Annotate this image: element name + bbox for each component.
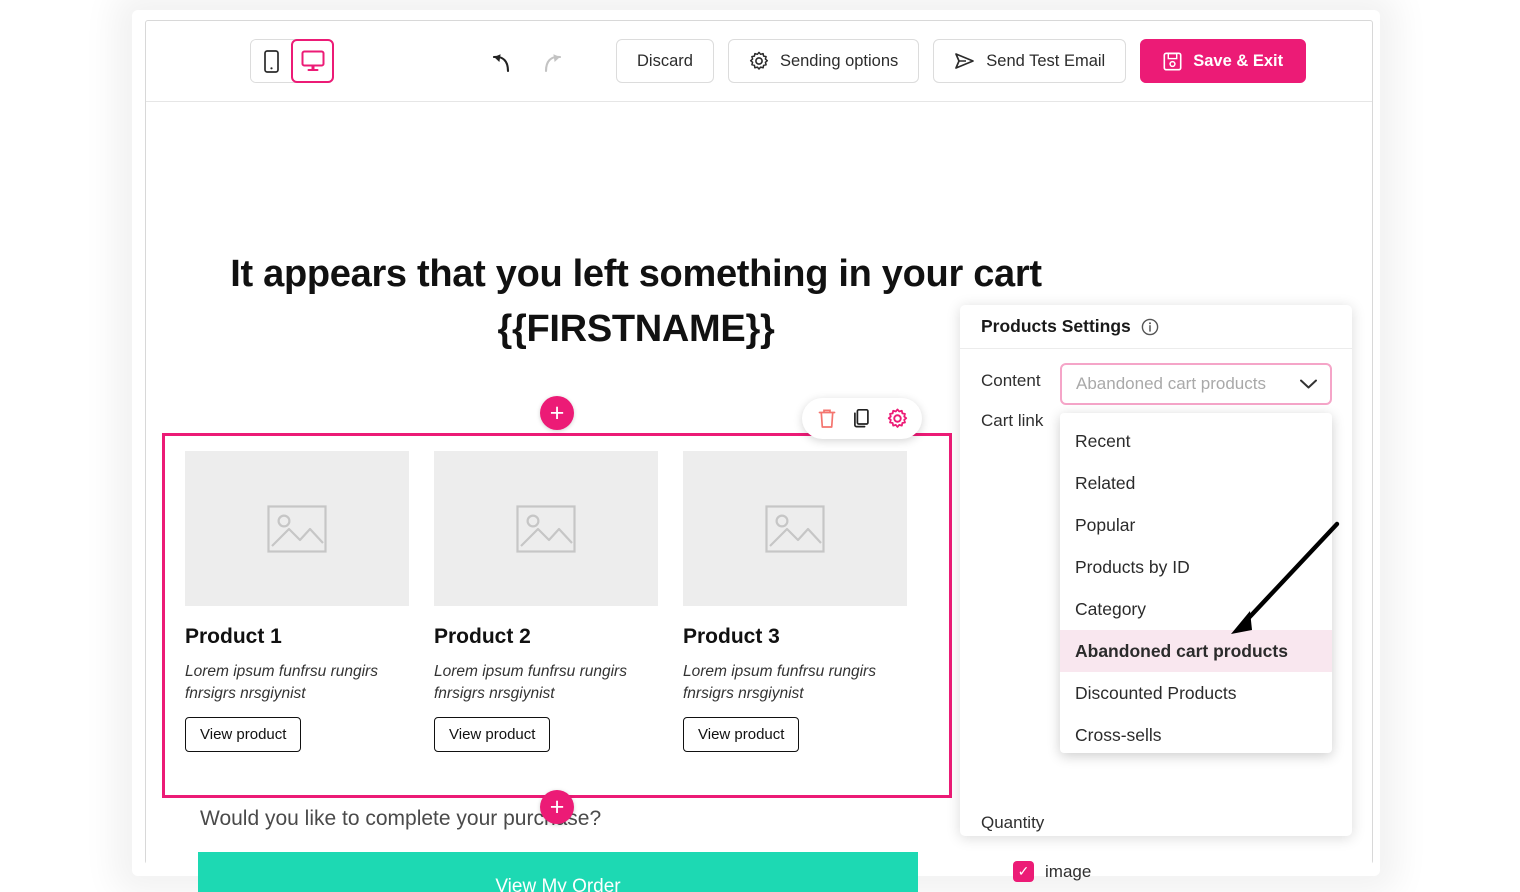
dropdown-option-popular[interactable]: Popular	[1060, 504, 1332, 546]
dropdown-option-recent[interactable]: Recent	[1060, 420, 1332, 462]
floppy-disk-icon	[1163, 51, 1182, 70]
product-name: Product 1	[185, 625, 282, 648]
email-heading: It appears that you left something in yo…	[230, 253, 1042, 351]
product-description: Lorem ipsum funfrsu rungirs fnrsigrs nrs…	[683, 663, 876, 703]
product-image-placeholder	[434, 451, 658, 606]
cart-link-label: Cart link	[981, 411, 1044, 430]
image-checkbox-label: image	[1045, 861, 1092, 881]
undo-icon	[492, 54, 510, 73]
block-settings-button[interactable]	[884, 406, 910, 432]
redo-button[interactable]	[540, 49, 568, 77]
product-name: Product 3	[683, 625, 780, 648]
quantity-row: Quantity	[960, 813, 1084, 833]
content-label: Content	[981, 371, 1041, 390]
view-my-order-button[interactable]: View My Order	[198, 852, 918, 892]
image-placeholder-icon	[267, 504, 327, 553]
device-preview-toggle	[250, 39, 334, 83]
editor-toolbar: Discard Sending options Send Test Email	[146, 21, 1372, 102]
settings-title: Products Settings	[981, 316, 1131, 336]
image-checkbox[interactable]: ✓	[1013, 861, 1034, 882]
send-test-email-label: Send Test Email	[986, 51, 1106, 70]
quantity-label: Quantity	[981, 813, 1045, 832]
chevron-down-icon	[1300, 379, 1317, 389]
send-test-email-button[interactable]: Send Test Email	[933, 39, 1127, 83]
image-checkbox-row[interactable]: ✓ image	[960, 861, 1112, 882]
paper-plane-icon	[955, 53, 975, 69]
toolbar-actions: Discard Sending options Send Test Email	[616, 39, 1307, 83]
content-dropdown-list: Recent Related Popular Products by ID Ca…	[1060, 413, 1332, 753]
copy-icon	[854, 408, 869, 428]
content-select-value: Abandoned cart products	[1076, 374, 1266, 393]
product-description: Lorem ipsum funfrsu rungirs fnrsigrs nrs…	[434, 663, 627, 703]
redo-icon	[544, 54, 562, 73]
mobile-icon	[264, 49, 279, 73]
product-card[interactable]: Product 2 Lorem ipsum funfrsu rungirs fn…	[434, 451, 658, 752]
device-toggle-mobile[interactable]	[251, 40, 292, 82]
save-and-exit-label: Save & Exit	[1193, 51, 1284, 70]
view-product-button[interactable]: View product	[683, 716, 800, 752]
screenshot-root: Discard Sending options Send Test Email	[0, 0, 1520, 892]
undo-button[interactable]	[486, 49, 514, 77]
product-description: Lorem ipsum funfrsu rungirs fnrsigrs nrs…	[185, 663, 378, 703]
product-image-placeholder	[185, 451, 409, 606]
discard-label: Discard	[637, 51, 693, 70]
dropdown-option-category[interactable]: Category	[1060, 588, 1332, 630]
product-name: Product 2	[434, 625, 531, 648]
add-block-button-top[interactable]: +	[540, 396, 574, 430]
add-block-button-bottom[interactable]: +	[540, 790, 574, 824]
view-product-button[interactable]: View product	[434, 716, 551, 752]
dropdown-option-discounted-products[interactable]: Discounted Products	[1060, 672, 1332, 714]
gear-icon	[749, 51, 768, 70]
dropdown-option-products-by-id[interactable]: Products by ID	[1060, 546, 1332, 588]
product-card[interactable]: Product 1 Lorem ipsum funfrsu rungirs fn…	[185, 451, 409, 752]
products-block[interactable]: Product 1 Lorem ipsum funfrsu rungirs fn…	[162, 433, 952, 798]
block-toolbar	[802, 398, 922, 439]
dropdown-option-related[interactable]: Related	[1060, 462, 1332, 504]
view-product-button[interactable]: View product	[185, 716, 302, 752]
trash-icon	[818, 409, 836, 428]
save-and-exit-button[interactable]: Save & Exit	[1140, 39, 1307, 83]
device-toggle-desktop[interactable]	[291, 39, 334, 83]
undo-redo-group	[486, 49, 568, 77]
dropdown-option-abandoned-cart-products[interactable]: Abandoned cart products	[1060, 630, 1332, 672]
products-row: Product 1 Lorem ipsum funfrsu rungirs fn…	[165, 436, 949, 752]
duplicate-block-button[interactable]	[849, 406, 875, 432]
dropdown-option-cross-sells[interactable]: Cross-sells	[1060, 714, 1332, 756]
image-placeholder-icon	[516, 504, 576, 553]
gear-icon	[887, 408, 907, 428]
settings-header: Products Settings	[960, 305, 1352, 349]
desktop-icon	[301, 50, 324, 71]
product-image-placeholder	[683, 451, 907, 606]
content-select[interactable]: Abandoned cart products	[1060, 363, 1332, 405]
sending-options-label: Sending options	[779, 51, 899, 70]
image-placeholder-icon	[765, 504, 825, 553]
sending-options-button[interactable]: Sending options	[727, 39, 920, 83]
info-icon[interactable]	[1141, 318, 1159, 336]
discard-button[interactable]: Discard	[616, 39, 714, 83]
delete-block-button[interactable]	[814, 406, 840, 432]
product-card[interactable]: Product 3 Lorem ipsum funfrsu rungirs fn…	[683, 451, 907, 752]
